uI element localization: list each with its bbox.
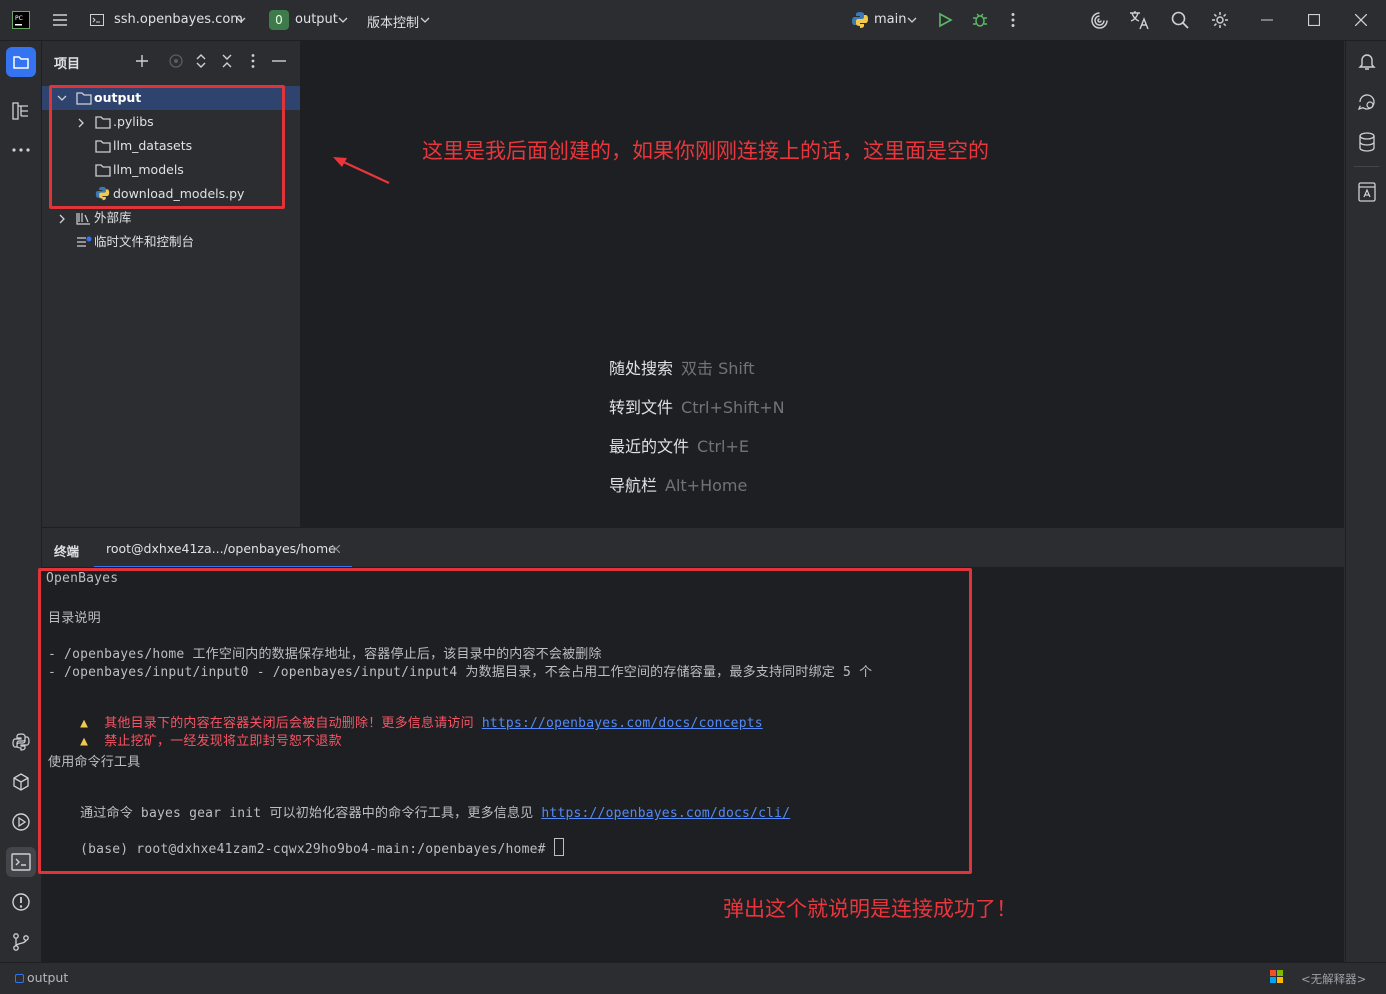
- git-branch-icon[interactable]: [11, 932, 31, 952]
- tree-label: 临时文件和控制台: [94, 234, 195, 249]
- minimize-icon[interactable]: [1261, 19, 1273, 21]
- terminal-panel-title: 终端: [54, 544, 80, 559]
- scratches-icon: [77, 236, 92, 247]
- project-name[interactable]: output: [295, 12, 338, 27]
- project-status-icon: [15, 974, 24, 983]
- terminal-tool-button[interactable]: [6, 847, 36, 877]
- services-icon[interactable]: [11, 772, 31, 792]
- annotation-box-tree: [49, 85, 285, 209]
- maximize-icon[interactable]: [1308, 14, 1320, 26]
- editor-empty-area: 随处搜索 双击 Shift 转到文件 Ctrl+Shift+N 最近的文件 Ctrl+…: [301, 41, 1344, 527]
- terminal-header: 终端 root@dxhxe41za.../openbayes/home: [42, 527, 1344, 568]
- status-bar: output <无解释器>: [0, 962, 1386, 994]
- hint-recent-files: 最近的文件 Ctrl+E: [609, 437, 749, 456]
- terminal-output[interactable]: OpenBayes 目录说明 - /openbayes/home 工作空间内的数…: [38, 567, 1344, 962]
- terminal-tab-label: root@dxhxe41za.../openbayes/home: [106, 541, 336, 556]
- folder-icon: [13, 56, 29, 69]
- interpreter-status[interactable]: <无解释器>: [1301, 971, 1366, 987]
- expand-all-icon[interactable]: [194, 53, 208, 69]
- hide-panel-icon[interactable]: [272, 60, 286, 62]
- ai-chat-icon[interactable]: [1357, 92, 1377, 112]
- run-config-label[interactable]: main: [874, 12, 906, 27]
- more-icon[interactable]: [1010, 12, 1016, 28]
- search-icon[interactable]: [1171, 11, 1189, 29]
- notifications-bell-icon[interactable]: [1357, 51, 1377, 71]
- title-bar: PC ssh.openbayes.com 0 output 版本控制 main: [0, 0, 1386, 41]
- debug-icon[interactable]: [971, 11, 989, 29]
- terminal-tab[interactable]: root@dxhxe41za.../openbayes/home: [94, 528, 352, 568]
- project-panel-title: 项目: [54, 57, 81, 72]
- annotation-box-terminal: [38, 568, 972, 874]
- documentation-icon[interactable]: [1358, 182, 1376, 202]
- close-icon[interactable]: [1355, 14, 1367, 26]
- library-icon: [76, 213, 90, 225]
- vcs-menu[interactable]: 版本控制: [367, 12, 419, 31]
- terminal-icon: [11, 853, 31, 871]
- run-tool-icon[interactable]: [11, 812, 31, 832]
- project-tool-button[interactable]: [6, 47, 36, 77]
- hint-goto-file: 转到文件 Ctrl+Shift+N: [609, 398, 785, 417]
- run-icon[interactable]: [937, 12, 953, 28]
- pycharm-logo[interactable]: PC: [12, 11, 30, 29]
- annotation-top: 这里是我后面创建的，如果你刚刚连接上的话，这里面是空的: [422, 139, 989, 163]
- hint-search-everywhere: 随处搜索 双击 Shift: [609, 359, 755, 378]
- chevron-down-icon[interactable]: [420, 16, 430, 24]
- chevron-down-icon[interactable]: [338, 16, 348, 24]
- translate-icon[interactable]: [1129, 10, 1150, 30]
- chevron-right-icon: [59, 214, 65, 224]
- chevron-down-icon[interactable]: [236, 16, 246, 24]
- status-project-label[interactable]: output: [27, 970, 68, 985]
- python-icon: [851, 11, 869, 29]
- structure-icon[interactable]: [12, 102, 30, 120]
- left-tool-strip: [0, 41, 42, 962]
- windows-logo-icon: [1270, 970, 1284, 984]
- chevron-down-icon[interactable]: [907, 16, 917, 24]
- remote-host-label[interactable]: ssh.openbayes.com: [114, 12, 243, 27]
- locate-icon[interactable]: [168, 53, 184, 69]
- tree-row-scratches[interactable]: 临时文件和控制台: [42, 230, 300, 254]
- right-tool-strip: [1345, 41, 1386, 962]
- annotation-bottom: 弹出这个就说明是连接成功了！: [723, 897, 1017, 921]
- close-tab-icon: [332, 545, 340, 553]
- database-icon[interactable]: [1358, 132, 1376, 152]
- project-panel: 项目 output .pylibs llm_datasets llm_model…: [42, 41, 301, 527]
- add-icon[interactable]: [134, 53, 150, 69]
- hint-navigation-bar: 导航栏 Alt+Home: [609, 476, 748, 495]
- collapse-all-icon[interactable]: [220, 53, 234, 69]
- tree-label: 外部库: [94, 210, 132, 225]
- project-badge[interactable]: 0: [269, 10, 289, 30]
- python-packages-icon[interactable]: [11, 732, 31, 752]
- more-tools-icon[interactable]: [11, 147, 31, 153]
- tree-row-external-libraries[interactable]: 外部库: [42, 206, 300, 230]
- problems-icon[interactable]: [11, 892, 31, 912]
- svg-text:PC: PC: [15, 15, 23, 22]
- remote-host-icon: [90, 13, 104, 27]
- ai-assistant-icon[interactable]: [1090, 11, 1109, 30]
- options-icon[interactable]: [250, 53, 256, 69]
- main-menu-icon[interactable]: [52, 12, 68, 28]
- settings-gear-icon[interactable]: [1211, 11, 1229, 29]
- strip-separator: [1354, 166, 1379, 167]
- annotation-arrow: [333, 157, 390, 184]
